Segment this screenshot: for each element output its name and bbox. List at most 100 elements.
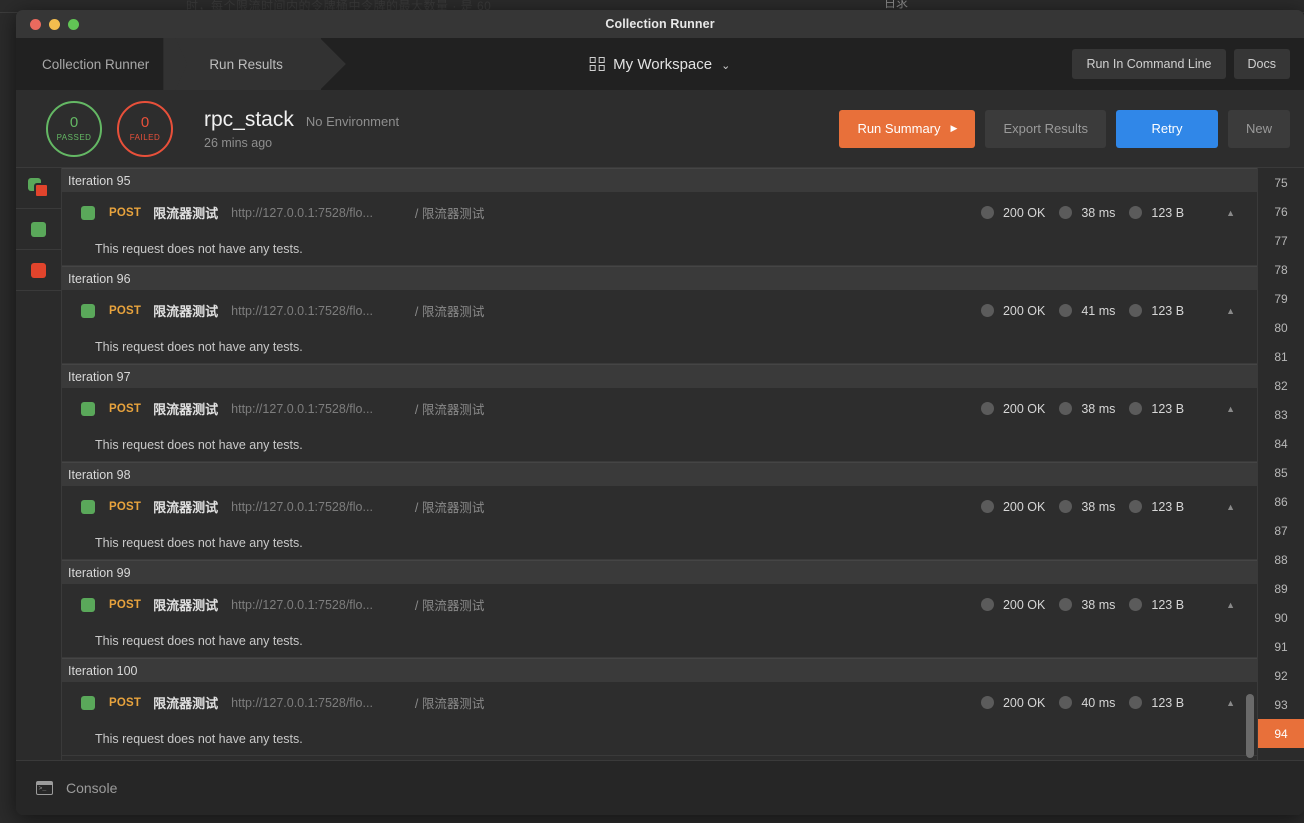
request-url: http://127.0.0.1:7528/flo... — [231, 597, 373, 612]
request-folder-path: / 限流器测试 — [414, 305, 485, 319]
iteration-index-item[interactable]: 86 — [1258, 487, 1304, 516]
breadcrumb-collection-runner[interactable]: Collection Runner — [16, 38, 175, 90]
iteration-index-item[interactable]: 75 — [1258, 168, 1304, 197]
response-time-text: 38 ms — [1081, 499, 1116, 514]
request-name: 限流器测试 — [153, 598, 219, 613]
request-line[interactable]: POST 限流器测试 http://127.0.0.1:7528/flo... / 限… — [62, 290, 1257, 331]
iteration-index-item[interactable]: 79 — [1258, 284, 1304, 313]
iteration-index-item[interactable]: 87 — [1258, 516, 1304, 545]
results-scrollbar-thumb[interactable] — [1246, 694, 1254, 758]
iteration-index-item[interactable]: 80 — [1258, 313, 1304, 342]
iteration-index-rail[interactable]: 75 76 77 78 79 80 81 82 83 84 85 86 87 88 89 90 91 92 93 94 — [1257, 168, 1304, 760]
request-tests-message: This request does not have any tests. — [95, 438, 303, 452]
results-scrollbar[interactable] — [1246, 168, 1254, 760]
request-folder-path: / 限流器测试 — [414, 599, 485, 613]
run-in-command-line-button[interactable]: Run In Command Line — [1072, 49, 1226, 79]
request-method: POST — [109, 598, 142, 611]
table-row[interactable]: POST 限流器测试 http://127.0.0.1:7528/flo... / 限… — [62, 584, 1257, 658]
iteration-header: Iteration 99 — [62, 560, 1257, 584]
iteration-index-item[interactable]: 93 — [1258, 690, 1304, 719]
docs-button[interactable]: Docs — [1233, 49, 1290, 79]
request-name: 限流器测试 — [153, 696, 219, 711]
size-dot-icon — [1129, 598, 1143, 611]
response-status: 200 OK — [980, 304, 1045, 318]
response-status-text: 200 OK — [1002, 597, 1046, 612]
request-tests-message: This request does not have any tests. — [95, 732, 303, 746]
console-bar[interactable]: Console — [16, 760, 1304, 815]
filter-failed-button[interactable] — [16, 250, 61, 291]
size-dot-icon — [1129, 304, 1143, 317]
chevron-up-icon[interactable]: ▲ — [1226, 404, 1235, 414]
request-line[interactable]: POST 限流器测试 http://127.0.0.1:7528/flo... / 限… — [62, 584, 1257, 625]
failed-label: FAILED — [129, 133, 161, 142]
chevron-up-icon[interactable]: ▲ — [1226, 502, 1235, 512]
iteration-index-item[interactable]: 94 — [1258, 719, 1304, 748]
status-dot-icon — [980, 304, 994, 317]
iteration-index-item[interactable]: 91 — [1258, 632, 1304, 661]
request-line[interactable]: POST 限流器测试 http://127.0.0.1:7528/flo... / 限… — [62, 192, 1257, 233]
new-run-button[interactable]: New — [1227, 109, 1290, 148]
traffic-light-controls[interactable] — [30, 19, 79, 30]
response-time-text: 38 ms — [1081, 205, 1116, 220]
filter-passed-button[interactable] — [16, 209, 61, 250]
response-time-text: 38 ms — [1081, 401, 1116, 416]
response-time-text: 38 ms — [1081, 597, 1116, 612]
table-row[interactable]: POST 限流器测试 http://127.0.0.1:7528/flo... / 限… — [62, 290, 1257, 364]
iteration-index-item[interactable]: 85 — [1258, 458, 1304, 487]
iteration-index-item[interactable]: 92 — [1258, 661, 1304, 690]
iteration-index-item[interactable]: 78 — [1258, 255, 1304, 284]
green-square-icon — [31, 221, 46, 237]
export-results-button[interactable]: Export Results — [985, 109, 1106, 148]
run-collection-name: rpc_stack — [204, 107, 294, 131]
table-row[interactable]: POST 限流器测试 http://127.0.0.1:7528/flo... / 限… — [62, 192, 1257, 266]
run-summary-button[interactable]: Run Summary ▶ — [839, 109, 976, 148]
filter-all-button[interactable] — [16, 168, 61, 209]
response-time: 40 ms — [1059, 696, 1115, 710]
response-time: 38 ms — [1059, 598, 1115, 612]
chevron-up-icon[interactable]: ▲ — [1226, 208, 1235, 218]
response-size: 123 B — [1129, 206, 1184, 220]
table-row[interactable]: POST 限流器测试 http://127.0.0.1:7528/flo... / 限… — [62, 682, 1257, 756]
run-environment: No Environment — [305, 113, 400, 129]
iteration-index-item[interactable]: 82 — [1258, 371, 1304, 400]
request-stats: 200 OK 41 ms 123 B ▲ — [980, 290, 1257, 331]
response-time: 41 ms — [1059, 304, 1115, 318]
request-line[interactable]: POST 限流器测试 http://127.0.0.1:7528/flo... / 限… — [62, 388, 1257, 429]
breadcrumb-run-results[interactable]: Run Results — [175, 38, 321, 90]
maximize-window-icon[interactable] — [68, 19, 79, 30]
iteration-index-item[interactable]: 90 — [1258, 603, 1304, 632]
response-size: 123 B — [1129, 598, 1184, 612]
iteration-index-item[interactable]: 81 — [1258, 342, 1304, 371]
workspace-selector[interactable]: My Workspace ⌄ — [589, 56, 730, 73]
chevron-up-icon[interactable]: ▲ — [1226, 600, 1235, 610]
status-dot-icon — [980, 598, 994, 611]
results-body: Iteration 95 POST 限流器测试 http://127.0.0.1:75… — [16, 168, 1304, 760]
table-row[interactable]: POST 限流器测试 http://127.0.0.1:7528/flo... / 限… — [62, 486, 1257, 560]
iteration-index-item[interactable]: 89 — [1258, 574, 1304, 603]
time-dot-icon — [1059, 598, 1073, 611]
iteration-results-inner: Iteration 95 POST 限流器测试 http://127.0.0.1:75… — [62, 168, 1257, 756]
close-window-icon[interactable] — [30, 19, 41, 30]
toolbar-actions: Run In Command Line Docs — [1072, 49, 1290, 79]
iteration-results-list[interactable]: Iteration 95 POST 限流器测试 http://127.0.0.1:75… — [62, 168, 1257, 760]
iteration-index-item[interactable]: 88 — [1258, 545, 1304, 574]
status-dot-icon — [980, 696, 994, 709]
chevron-up-icon[interactable]: ▲ — [1226, 698, 1235, 708]
status-badge — [81, 205, 95, 220]
stacked-green-red-icon — [27, 178, 50, 198]
retry-button[interactable]: Retry — [1115, 109, 1218, 148]
chevron-up-icon[interactable]: ▲ — [1226, 306, 1235, 316]
iteration-index-item[interactable]: 83 — [1258, 400, 1304, 429]
request-line[interactable]: POST 限流器测试 http://127.0.0.1:7528/flo... / 限… — [62, 682, 1257, 723]
table-row[interactable]: POST 限流器测试 http://127.0.0.1:7528/flo... / 限… — [62, 388, 1257, 462]
request-tests-message: This request does not have any tests. — [95, 242, 303, 256]
iteration-index-item[interactable]: 77 — [1258, 226, 1304, 255]
size-dot-icon — [1129, 402, 1143, 415]
iteration-index-item[interactable]: 76 — [1258, 197, 1304, 226]
iteration-header: Iteration 97 — [62, 364, 1257, 388]
request-method: POST — [109, 402, 142, 415]
iteration-index-item[interactable]: 84 — [1258, 429, 1304, 458]
request-line[interactable]: POST 限流器测试 http://127.0.0.1:7528/flo... / 限… — [62, 486, 1257, 527]
app-toolbar: Collection Runner Run Results My Workspa… — [16, 38, 1304, 90]
minimize-window-icon[interactable] — [49, 19, 60, 30]
